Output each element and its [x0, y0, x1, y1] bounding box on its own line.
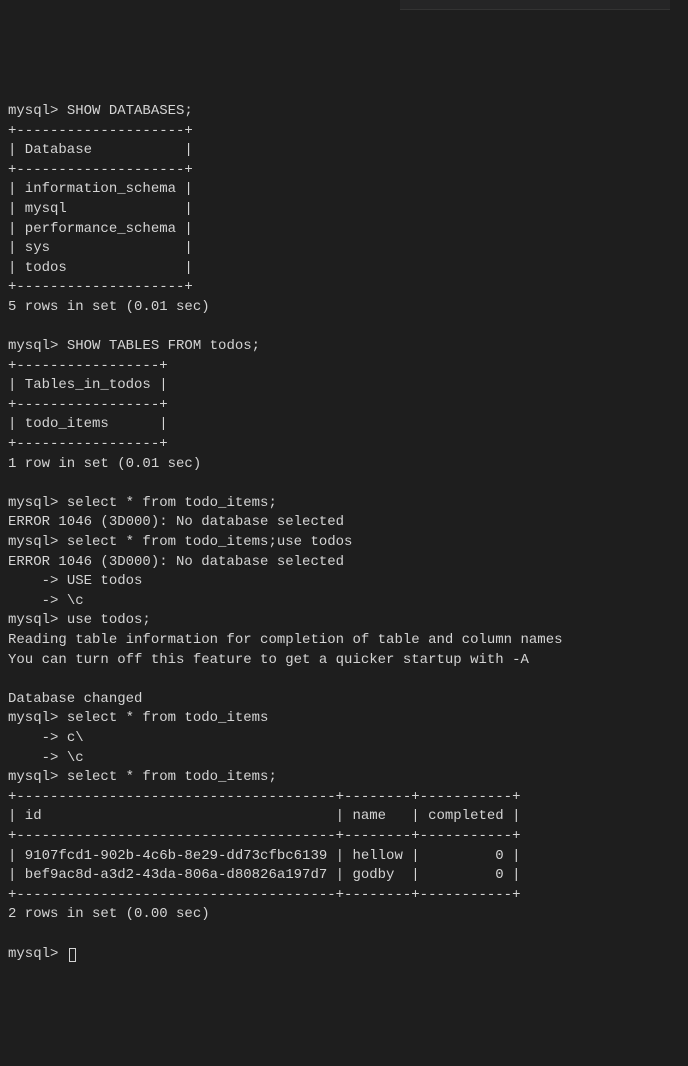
- database-changed: Database changed: [8, 691, 142, 707]
- continuation-text: \c: [67, 750, 84, 766]
- continuation-prompt: ->: [8, 593, 67, 609]
- continuation-prompt: ->: [8, 573, 67, 589]
- table-header: | Tables_in_todos |: [8, 377, 168, 393]
- table-row: | 9107fcd1-902b-4c6b-8e29-dd73cfbc6139 |…: [8, 848, 520, 864]
- continuation-line: -> USE todos: [8, 573, 142, 589]
- continuation-line: -> c\: [8, 730, 84, 746]
- mysql-prompt: mysql>: [8, 612, 67, 628]
- table-border: +--------------------+: [8, 162, 193, 178]
- table-row: | mysql |: [8, 201, 193, 217]
- error-message: ERROR 1046 (3D000): No database selected: [8, 514, 344, 530]
- continuation-text: USE todos: [67, 573, 143, 589]
- info-message: Reading table information for completion…: [8, 632, 563, 648]
- table-border: +--------------------+: [8, 123, 193, 139]
- table-row: | bef9ac8d-a3d2-43da-806a-d80826a197d7 |…: [8, 867, 520, 883]
- continuation-prompt: ->: [8, 730, 67, 746]
- command-select-3: select * from todo_items;: [67, 769, 277, 785]
- table-border: +--------------------------------------+…: [8, 828, 520, 844]
- continuation-text: c\: [67, 730, 84, 746]
- command-show-databases: SHOW DATABASES;: [67, 103, 193, 119]
- mysql-prompt: mysql>: [8, 769, 67, 785]
- continuation-line: -> \c: [8, 750, 84, 766]
- table-border: +-----------------+: [8, 358, 168, 374]
- mysql-prompt: mysql>: [8, 710, 67, 726]
- command-select-use: select * from todo_items;use todos: [67, 534, 353, 550]
- prompt-line: mysql> select * from todo_items;: [8, 495, 277, 511]
- info-message: You can turn off this feature to get a q…: [8, 652, 529, 668]
- continuation-prompt: ->: [8, 750, 67, 766]
- cursor-icon: [69, 948, 76, 962]
- result-summary: 5 rows in set (0.01 sec): [8, 299, 210, 315]
- table-border: +-----------------+: [8, 436, 168, 452]
- mysql-prompt: mysql>: [8, 338, 67, 354]
- command-use-todos: use todos;: [67, 612, 151, 628]
- table-header: | id | name | completed |: [8, 808, 520, 824]
- continuation-text: \c: [67, 593, 84, 609]
- command-select-1: select * from todo_items;: [67, 495, 277, 511]
- table-row: | sys |: [8, 240, 193, 256]
- table-header: | Database |: [8, 142, 193, 158]
- table-border: +--------------------+: [8, 279, 193, 295]
- prompt-line: mysql> select * from todo_items;: [8, 769, 277, 785]
- prompt-line: mysql> SHOW DATABASES;: [8, 103, 193, 119]
- table-row: | information_schema |: [8, 181, 193, 197]
- prompt-line: mysql> SHOW TABLES FROM todos;: [8, 338, 260, 354]
- mysql-prompt: mysql>: [8, 495, 67, 511]
- error-message: ERROR 1046 (3D000): No database selected: [8, 554, 344, 570]
- terminal-output[interactable]: mysql> SHOW DATABASES; +----------------…: [8, 102, 680, 964]
- editor-tab-strip: [400, 0, 670, 10]
- command-show-tables: SHOW TABLES FROM todos;: [67, 338, 260, 354]
- prompt-line-active[interactable]: mysql>: [8, 946, 76, 962]
- command-select-2: select * from todo_items: [67, 710, 269, 726]
- table-row: | todos |: [8, 260, 193, 276]
- table-border: +-----------------+: [8, 397, 168, 413]
- result-summary: 1 row in set (0.01 sec): [8, 456, 201, 472]
- prompt-line: mysql> use todos;: [8, 612, 151, 628]
- table-border: +--------------------------------------+…: [8, 887, 520, 903]
- mysql-prompt: mysql>: [8, 946, 67, 962]
- table-row: | performance_schema |: [8, 221, 193, 237]
- prompt-line: mysql> select * from todo_items;use todo…: [8, 534, 352, 550]
- table-row: | todo_items |: [8, 416, 168, 432]
- prompt-line: mysql> select * from todo_items: [8, 710, 268, 726]
- result-summary: 2 rows in set (0.00 sec): [8, 906, 210, 922]
- mysql-prompt: mysql>: [8, 534, 67, 550]
- mysql-prompt: mysql>: [8, 103, 67, 119]
- continuation-line: -> \c: [8, 593, 84, 609]
